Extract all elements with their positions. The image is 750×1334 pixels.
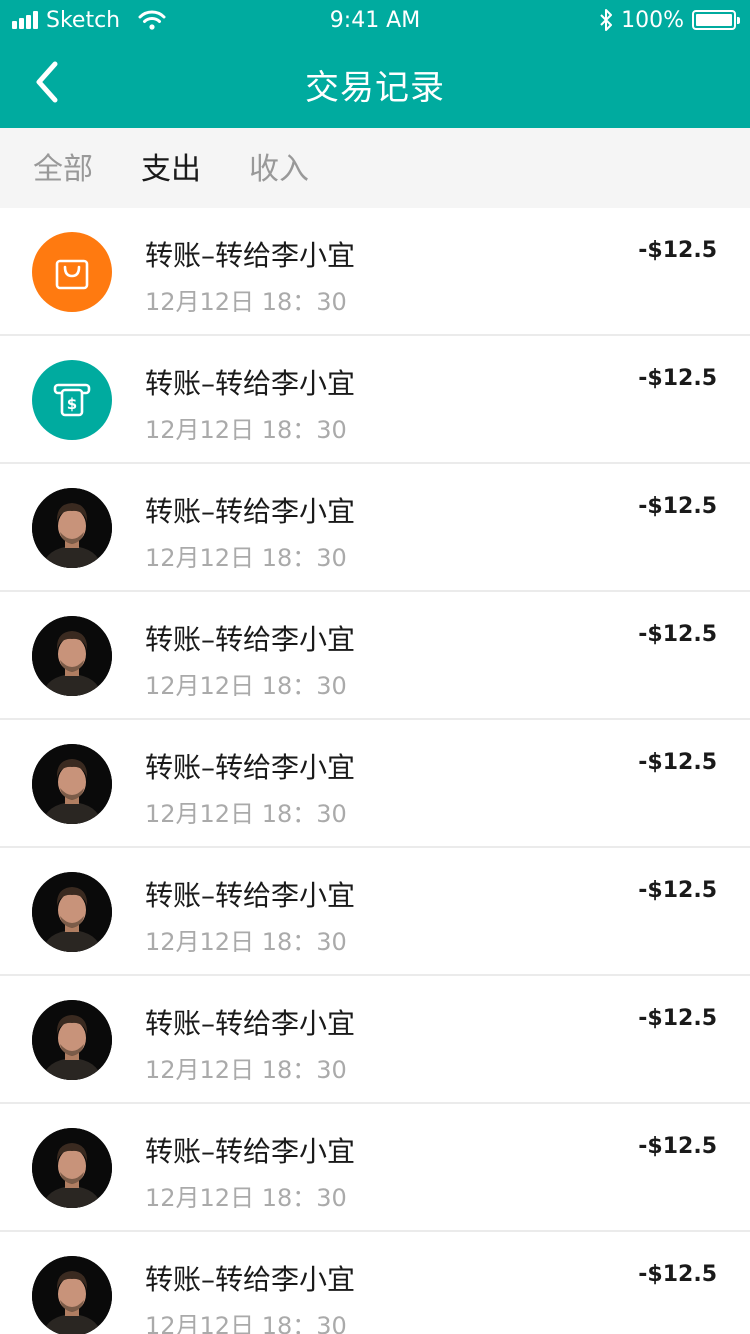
transaction-title: 转账–转给李小宜 — [145, 239, 356, 272]
user-avatar — [32, 744, 112, 824]
transaction-row[interactable]: 转账–转给李小宜 12月12日 18：30 -$12.5 — [0, 1104, 750, 1232]
transaction-time: 12月12日 18：30 — [145, 1312, 347, 1334]
transaction-amount: -$12.5 — [638, 366, 717, 391]
bluetooth-icon — [599, 9, 613, 31]
transaction-row[interactable]: 转账–转给李小宜 12月12日 18：30 -$12.5 — [0, 1232, 750, 1334]
svg-text:$: $ — [67, 395, 77, 413]
transaction-title: 转账–转给李小宜 — [145, 367, 356, 400]
transaction-amount: -$12.5 — [638, 622, 717, 647]
battery-icon — [692, 10, 740, 30]
filter-tabs: 全部 支出 收入 — [0, 128, 750, 208]
transaction-amount: -$12.5 — [638, 750, 717, 775]
transaction-amount: -$12.5 — [638, 878, 717, 903]
transaction-row[interactable]: 转账–转给李小宜 12月12日 18：30 -$12.5 — [0, 464, 750, 592]
transaction-time: 12月12日 18：30 — [145, 1056, 347, 1084]
transaction-amount: -$12.5 — [638, 1262, 717, 1287]
user-avatar — [32, 1128, 112, 1208]
transaction-time: 12月12日 18：30 — [145, 928, 347, 956]
header: Sketch 9:41 AM 100% 交易记录 — [0, 0, 750, 128]
transaction-time: 12月12日 18：30 — [145, 672, 347, 700]
status-right: 100% — [599, 0, 740, 40]
tab-all[interactable]: 全部 — [33, 128, 93, 208]
transaction-row[interactable]: 转账–转给李小宜 12月12日 18：30 -$12.5 — [0, 592, 750, 720]
user-avatar — [32, 1256, 112, 1334]
transaction-title: 转账–转给李小宜 — [145, 879, 356, 912]
transaction-time: 12月12日 18：30 — [145, 416, 347, 444]
transaction-title: 转账–转给李小宜 — [145, 751, 356, 784]
transaction-row[interactable]: 转账–转给李小宜 12月12日 18：30 -$12.5 — [0, 848, 750, 976]
transaction-time: 12月12日 18：30 — [145, 1184, 347, 1212]
shopping-bag-icon — [32, 232, 112, 312]
user-avatar — [32, 872, 112, 952]
atm-dollar-icon: $ — [32, 360, 112, 440]
transaction-title: 转账–转给李小宜 — [145, 1135, 356, 1168]
tab-expense[interactable]: 支出 — [141, 128, 201, 208]
transaction-amount: -$12.5 — [638, 494, 717, 519]
user-avatar — [32, 1000, 112, 1080]
transaction-time: 12月12日 18：30 — [145, 288, 347, 316]
transaction-row[interactable]: 转账–转给李小宜 12月12日 18：30 -$12.5 — [0, 720, 750, 848]
transaction-title: 转账–转给李小宜 — [145, 623, 356, 656]
transaction-title: 转账–转给李小宜 — [145, 495, 356, 528]
transaction-time: 12月12日 18：30 — [145, 800, 347, 828]
page-title: 交易记录 — [305, 68, 445, 108]
transaction-amount: -$12.5 — [638, 1134, 717, 1159]
status-bar: Sketch 9:41 AM 100% — [0, 0, 750, 40]
transaction-amount: -$12.5 — [638, 1006, 717, 1031]
transaction-title: 转账–转给李小宜 — [145, 1007, 356, 1040]
user-avatar — [32, 616, 112, 696]
transaction-list: 转账–转给李小宜 12月12日 18：30 -$12.5 $ 转账–转给李小宜 … — [0, 208, 750, 1334]
transaction-time: 12月12日 18：30 — [145, 544, 347, 572]
transaction-title: 转账–转给李小宜 — [145, 1263, 356, 1296]
transaction-amount: -$12.5 — [638, 238, 717, 263]
transaction-row[interactable]: $ 转账–转给李小宜 12月12日 18：30 -$12.5 — [0, 336, 750, 464]
battery-percentage: 100% — [621, 7, 684, 33]
app-screen: Sketch 9:41 AM 100% 交易记录 全部 支出 收入 转账–转给李… — [0, 0, 750, 1334]
tab-income[interactable]: 收入 — [249, 128, 309, 208]
nav-bar: 交易记录 — [0, 40, 750, 128]
transaction-row[interactable]: 转账–转给李小宜 12月12日 18：30 -$12.5 — [0, 976, 750, 1104]
transaction-row[interactable]: 转账–转给李小宜 12月12日 18：30 -$12.5 — [0, 208, 750, 336]
user-avatar — [32, 488, 112, 568]
